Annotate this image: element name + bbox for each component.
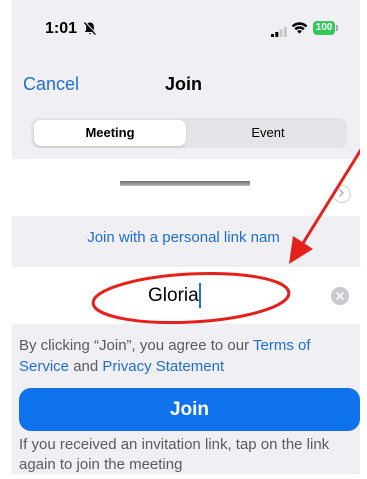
text-cursor [199, 283, 201, 308]
signal-icon [271, 24, 287, 42]
screenshot-border-bottom [0, 474, 367, 479]
personal-link-name-link[interactable]: Join with a personal link nam [0, 229, 367, 246]
bell-slash-icon [83, 21, 97, 41]
battery-icon: 100 [313, 21, 335, 35]
screenshot-border-right [360, 0, 367, 479]
screenshot-border-left [0, 0, 12, 479]
display-name-input[interactable]: Gloria [148, 285, 199, 307]
status-bar: 1:01 100 [0, 0, 367, 56]
privacy-statement-link[interactable]: Privacy Statement [102, 358, 224, 375]
nav-bar: Join Cancel [0, 62, 367, 106]
battery-tip [336, 25, 338, 31]
terms-prefix: By clicking “Join”, you agree to our [19, 337, 254, 354]
status-time: 1:01 [45, 20, 78, 37]
terms-middle: and [69, 358, 103, 375]
segment-meeting[interactable]: Meeting [31, 118, 189, 148]
redacted-meeting-id [120, 181, 250, 186]
wifi-icon [291, 21, 308, 39]
join-screen: 1:01 100 Join Cancel Meeting Event Join … [0, 0, 367, 479]
clear-icon[interactable] [331, 287, 349, 305]
meeting-event-segmented-control: Meeting Event [31, 118, 347, 148]
cancel-button[interactable]: Cancel [23, 74, 79, 95]
invitation-note: If you received an invitation link, tap … [19, 436, 330, 473]
display-name-field[interactable]: Gloria [0, 267, 367, 324]
meeting-id-field[interactable] [0, 159, 367, 216]
chevron-right-icon[interactable] [333, 185, 351, 203]
segment-event[interactable]: Event [189, 118, 347, 148]
join-button[interactable]: Join [19, 388, 360, 431]
terms-notice: By clicking “Join”, you agree to our Ter… [19, 335, 359, 377]
